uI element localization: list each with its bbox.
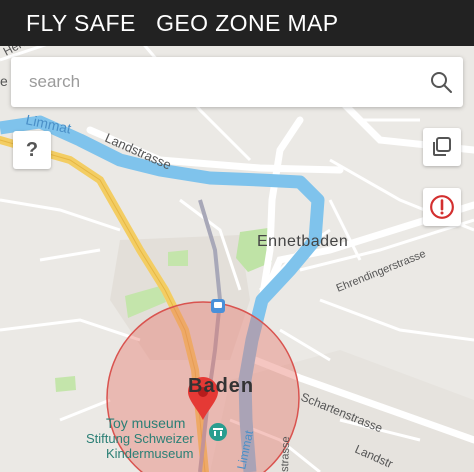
label-ennetbaden: Ennetbaden (257, 233, 348, 250)
search-input[interactable] (29, 72, 409, 92)
label-toy-museum[interactable]: Toy museum (106, 415, 185, 431)
warning-button[interactable] (423, 188, 461, 226)
help-label: ? (25, 138, 39, 161)
label-e-partial: e (0, 73, 8, 89)
label-baden: Baden (188, 375, 254, 397)
park-area (55, 376, 76, 392)
label-stiftung: Stiftung Schweizer (86, 431, 194, 446)
page-title: FLY SAFE GEO ZONE MAP (26, 9, 339, 36)
label-strasse-vertical: strasse (279, 436, 292, 472)
help-button[interactable]: ? (13, 131, 51, 169)
museum-icon[interactable] (209, 423, 227, 441)
layers-button[interactable] (423, 128, 461, 166)
label-kindermuseum: Kindermuseum (106, 446, 193, 461)
warning-icon (430, 195, 454, 219)
park-area (168, 250, 188, 266)
train-station-icon (211, 299, 225, 313)
app-header: FLY SAFE GEO ZONE MAP (0, 0, 474, 46)
search-icon[interactable] (429, 70, 453, 94)
layers-icon (433, 137, 451, 156)
search-bar[interactable] (11, 57, 463, 107)
